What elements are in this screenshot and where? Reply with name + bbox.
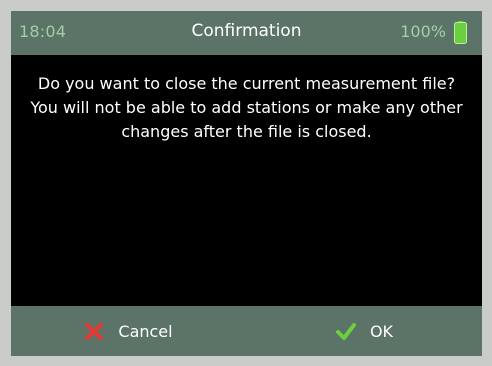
cancel-label: Cancel [118,321,173,341]
ok-button[interactable]: OK [247,306,482,356]
action-bar: Cancel OK [11,306,482,356]
device-screen: 18:04 Confirmation 100% Do you want to c… [11,11,482,356]
confirmation-message: Do you want to close the current measure… [30,74,463,141]
dialog-body: Do you want to close the current measure… [11,55,482,306]
ok-label: OK [369,321,394,341]
red-x-icon [85,323,104,340]
green-check-icon [335,323,356,340]
battery-percent: 100% [400,22,446,41]
status-bar: 18:04 Confirmation 100% [11,11,482,55]
cancel-button[interactable]: Cancel [11,306,246,356]
battery-full-icon [454,21,467,44]
